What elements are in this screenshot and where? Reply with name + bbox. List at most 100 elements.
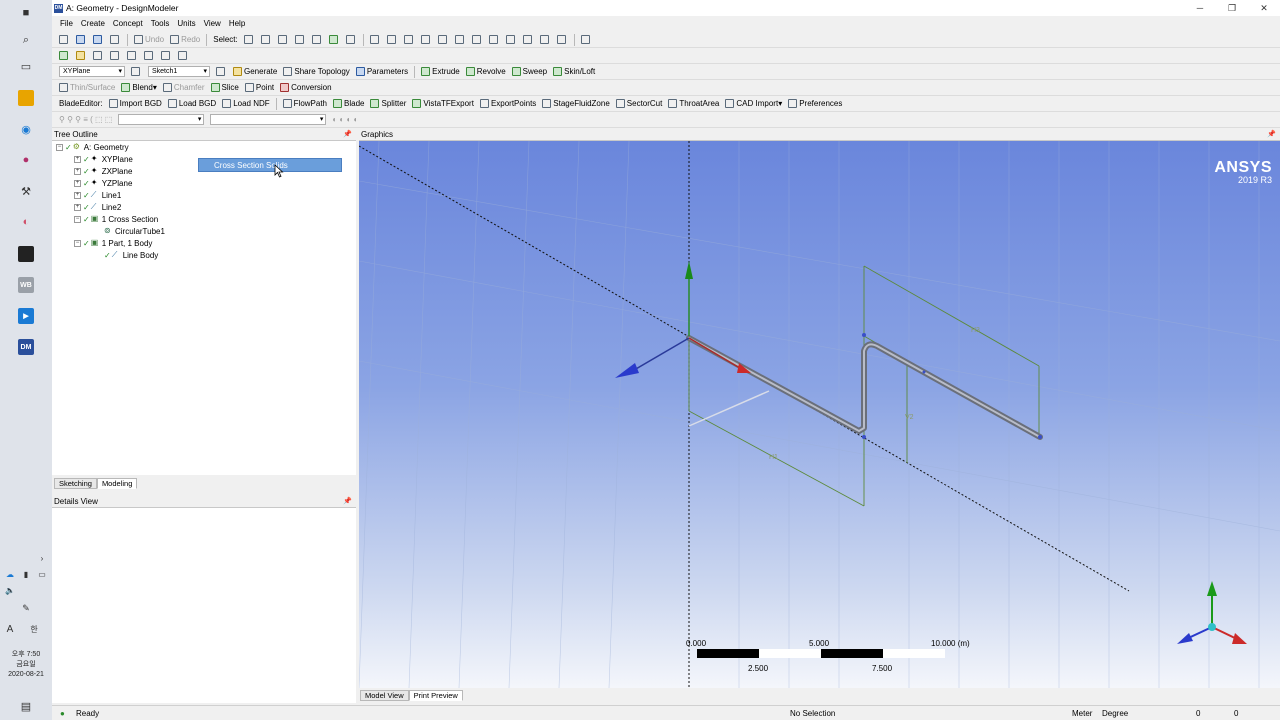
pen-icon[interactable]: ✎	[18, 600, 34, 616]
new-plane-icon[interactable]	[128, 65, 145, 79]
tab-modeling[interactable]: Modeling	[96, 478, 138, 489]
load-bgd-button[interactable]: Load BGD	[165, 97, 219, 111]
edge-browser-icon[interactable]: ◉	[18, 121, 34, 137]
conversion-button[interactable]: Conversion	[277, 81, 334, 95]
tree-node-line2[interactable]: + ✓ ⟋ Line2	[74, 201, 121, 213]
tree-node-zxplane[interactable]: + ✓ ✦ ZXPlane	[74, 165, 132, 177]
display-plane-icon[interactable]	[520, 33, 537, 47]
menu-view[interactable]: View	[204, 19, 221, 28]
flowpath-button[interactable]: FlowPath	[280, 97, 330, 111]
media-app-icon[interactable]: ●	[18, 152, 34, 168]
select-point-icon[interactable]	[275, 33, 292, 47]
tree-node-line-body[interactable]: ✓ ⟋ Line Body	[104, 249, 158, 261]
select-face-icon[interactable]	[309, 33, 326, 47]
status-angle[interactable]: Degree	[1102, 709, 1128, 718]
slice-button[interactable]: Slice	[208, 81, 242, 95]
ime-letter-icon[interactable]: A	[2, 621, 18, 637]
select-filter-icon[interactable]	[258, 33, 275, 47]
meeting-app-icon[interactable]: ▶	[18, 308, 34, 324]
preferences-button[interactable]: Preferences	[785, 97, 845, 111]
pin-icon[interactable]: 📌	[343, 130, 352, 138]
task-view-icon[interactable]: ▭	[18, 58, 34, 74]
spline-tool-icon[interactable]	[124, 49, 141, 63]
filter-combo-2[interactable]	[210, 114, 327, 125]
menu-tools[interactable]: Tools	[151, 19, 170, 28]
splitter-button[interactable]: Splitter	[367, 97, 409, 111]
select-edge-icon[interactable]	[292, 33, 309, 47]
tab-print-preview[interactable]: Print Preview	[408, 690, 463, 701]
sectorcut-button[interactable]: SectorCut	[613, 97, 666, 111]
status-unit[interactable]: Meter	[1072, 709, 1092, 718]
color-options-icon[interactable]	[73, 49, 90, 63]
new-sketch-icon[interactable]	[213, 65, 230, 79]
display-model-icon[interactable]	[537, 33, 554, 47]
search-icon[interactable]: ⌕	[18, 32, 34, 48]
pan-icon[interactable]	[384, 33, 401, 47]
polyline-tool-icon[interactable]	[107, 49, 124, 63]
display-point-icon[interactable]	[554, 33, 571, 47]
arc-tool-icon[interactable]	[141, 49, 158, 63]
tree-node-xyplane[interactable]: + ✓ ✦ XYPlane	[74, 153, 133, 165]
workbench-icon[interactable]: WB	[18, 277, 34, 293]
pin-icon[interactable]: 📌	[343, 497, 352, 505]
tree-node-circulartube1[interactable]: ⊚ CircularTube1	[104, 225, 165, 237]
blend-button[interactable]: Blend ▾	[118, 81, 159, 95]
import-bgd-button[interactable]: Import BGD	[106, 97, 165, 111]
pin-icon[interactable]: 📌	[1267, 130, 1276, 138]
graphics-viewport[interactable]: H3 V2 H1 0.000 5.000 10.000 (m) 2.500 7.…	[359, 141, 1280, 688]
disabled-tool-icon[interactable]: ◐ ◐ ◐ ◐	[329, 113, 361, 127]
axis-triad-icon[interactable]	[1177, 581, 1247, 644]
help-icon[interactable]	[578, 33, 595, 47]
menu-concept[interactable]: Concept	[113, 19, 143, 28]
throatarea-button[interactable]: ThroatArea	[665, 97, 722, 111]
iso-view-icon[interactable]	[503, 33, 520, 47]
rotate-icon[interactable]	[367, 33, 384, 47]
zoom-fit-icon[interactable]	[435, 33, 452, 47]
parameters-button[interactable]: Parameters	[353, 65, 411, 79]
point-button[interactable]: Point	[242, 81, 277, 95]
chevron-right-icon[interactable]: ›	[34, 550, 50, 566]
tab-sketching[interactable]: Sketching	[54, 478, 97, 489]
save-icon[interactable]	[73, 33, 90, 47]
sketch-select[interactable]: Sketch1	[148, 66, 210, 77]
notes-app-icon[interactable]	[18, 246, 34, 262]
pipe-line-body[interactable]	[686, 335, 1043, 440]
notification-icon[interactable]: ▤	[18, 698, 34, 714]
extrude-button[interactable]: Extrude	[418, 65, 463, 79]
select-mode-icon[interactable]	[241, 33, 258, 47]
tab-model-view[interactable]: Model View	[360, 690, 409, 701]
chamfer-button[interactable]: Chamfer	[160, 81, 208, 95]
menu-units[interactable]: Units	[177, 19, 195, 28]
generate-button[interactable]: Generate	[230, 65, 280, 79]
tree-node-cross-section[interactable]: − ✓ ▣ 1 Cross Section	[74, 213, 158, 225]
display-icon[interactable]: ▭	[34, 566, 50, 582]
file-explorer-icon[interactable]	[18, 90, 34, 106]
pencil-tool-icon[interactable]	[175, 49, 192, 63]
app-icon[interactable]: ⚒	[18, 183, 34, 199]
model-view-canvas[interactable]: H3 V2 H1 0.000 5.000 10.000 (m) 2.500 7.…	[359, 141, 1280, 688]
line-tool-icon[interactable]	[90, 49, 107, 63]
maximize-button[interactable]: ❐	[1216, 0, 1248, 16]
previous-view-icon[interactable]	[469, 33, 486, 47]
usb-icon[interactable]: ▮	[18, 566, 34, 582]
clock-time[interactable]: 오후 7:50	[0, 650, 52, 659]
dimension-tool-icon[interactable]	[158, 49, 175, 63]
magnifier-icon[interactable]	[452, 33, 469, 47]
load-ndf-button[interactable]: Load NDF	[219, 97, 272, 111]
graphics-options-icon[interactable]	[56, 49, 73, 63]
menu-create[interactable]: Create	[81, 19, 105, 28]
box-zoom-icon[interactable]	[418, 33, 435, 47]
stagefluidzone-button[interactable]: StageFluidZone	[539, 97, 612, 111]
blade-button[interactable]: Blade	[330, 97, 367, 111]
select-body-icon[interactable]	[326, 33, 343, 47]
zoom-icon[interactable]	[401, 33, 418, 47]
share-topology-button[interactable]: Share Topology	[280, 65, 352, 79]
tree-node-part[interactable]: − ✓ ▣ 1 Part, 1 Body	[74, 237, 152, 249]
minimize-button[interactable]: ─	[1184, 0, 1216, 16]
cad-import-button[interactable]: CAD Import ▾	[722, 97, 785, 111]
sweep-button[interactable]: Sweep	[509, 65, 550, 79]
designmodeler-taskbar-icon[interactable]: DM	[18, 339, 34, 355]
plane-select[interactable]: XYPlane	[59, 66, 125, 77]
tree-node-line1[interactable]: + ✓ ⟋ Line1	[74, 189, 121, 201]
app-icon[interactable]: ◐	[18, 214, 34, 230]
